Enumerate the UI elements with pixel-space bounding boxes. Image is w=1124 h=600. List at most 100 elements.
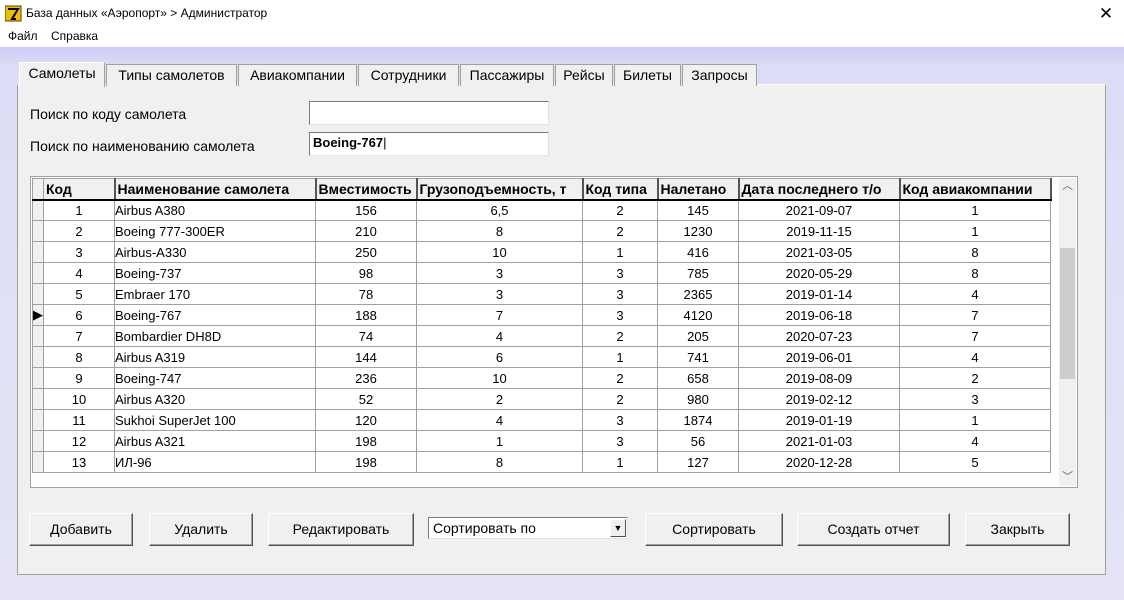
table-cell[interactable]: 78	[315, 283, 417, 305]
table-row[interactable]: ▶ 6 Boeing-767 188 7 3 4120 2019-06-18 7	[32, 304, 1051, 326]
table-cell[interactable]: 980	[657, 388, 739, 410]
table-cell[interactable]: 6	[43, 304, 115, 326]
table-cell[interactable]: 8	[899, 241, 1051, 263]
table-cell[interactable]: 188	[315, 304, 417, 326]
tab-aircraft-types[interactable]: Типы самолетов	[106, 64, 237, 86]
table-cell[interactable]: 2019-06-01	[738, 346, 900, 368]
table-cell[interactable]: 4	[899, 283, 1051, 305]
table-cell[interactable]: 236	[315, 367, 417, 389]
tab-employees[interactable]: Сотрудники	[358, 64, 459, 86]
table-cell[interactable]: 5	[43, 283, 115, 305]
table-cell[interactable]: 2019-01-14	[738, 283, 900, 305]
search-by-name-input[interactable]: Boeing-767|	[309, 132, 549, 156]
table-cell[interactable]: 250	[315, 241, 417, 263]
table-cell[interactable]: 3	[582, 262, 658, 284]
table-cell[interactable]: 10	[416, 241, 583, 263]
table-cell[interactable]: 8	[416, 220, 583, 242]
scroll-thumb[interactable]	[1060, 248, 1075, 379]
table-row[interactable]: 11 Sukhoi SuperJet 100 120 4 3 1874 2019-01-19…	[32, 409, 1051, 431]
table-cell[interactable]: 1874	[657, 409, 739, 431]
row-indicator[interactable]	[32, 388, 44, 410]
table-cell[interactable]: 2	[43, 220, 115, 242]
close-button[interactable]: Закрыть	[965, 513, 1070, 546]
table-cell[interactable]: 1	[899, 199, 1051, 221]
row-indicator[interactable]	[32, 262, 44, 284]
table-cell[interactable]: Bombardier DH8D	[114, 325, 316, 347]
table-cell[interactable]: 7	[899, 304, 1051, 326]
table-cell[interactable]: 2	[416, 388, 583, 410]
sort-button[interactable]: Сортировать	[645, 513, 783, 546]
table-cell[interactable]: 7	[43, 325, 115, 347]
table-cell[interactable]: 2019-08-09	[738, 367, 900, 389]
table-row[interactable]: 13 ИЛ-96 198 8 1 127 2020-12-28 5	[32, 451, 1051, 473]
table-cell[interactable]: 1	[416, 430, 583, 452]
table-cell[interactable]: 9	[43, 367, 115, 389]
table-cell[interactable]: 145	[657, 199, 739, 221]
table-cell[interactable]: Boeing-767	[114, 304, 316, 326]
table-cell[interactable]: 2020-07-23	[738, 325, 900, 347]
table-cell[interactable]: 741	[657, 346, 739, 368]
table-cell[interactable]: 1	[582, 241, 658, 263]
table-cell[interactable]: Boeing-747	[114, 367, 316, 389]
table-cell[interactable]: 2020-05-29	[738, 262, 900, 284]
tab-passengers[interactable]: Пассажиры	[460, 64, 554, 86]
table-cell[interactable]: 785	[657, 262, 739, 284]
row-indicator[interactable]	[32, 451, 44, 473]
table-cell[interactable]: 1	[582, 451, 658, 473]
row-indicator[interactable]	[32, 430, 44, 452]
table-cell[interactable]: 6	[416, 346, 583, 368]
table-cell[interactable]: 56	[657, 430, 739, 452]
table-cell[interactable]: 2	[899, 367, 1051, 389]
table-cell[interactable]: 1	[899, 409, 1051, 431]
column-header[interactable]: Код авиакомпании	[899, 178, 1052, 201]
row-indicator[interactable]	[32, 325, 44, 347]
tab-aircraft[interactable]: Самолеты	[19, 62, 105, 87]
menu-file[interactable]: Файл	[8, 29, 38, 43]
table-row[interactable]: 3 Airbus-A330 250 10 1 416 2021-03-05 8	[32, 241, 1051, 263]
table-cell[interactable]: 2	[582, 388, 658, 410]
table-cell[interactable]: 11	[43, 409, 115, 431]
table-cell[interactable]: ИЛ-96	[114, 451, 316, 473]
table-cell[interactable]: 8	[43, 346, 115, 368]
table-cell[interactable]: 2	[582, 367, 658, 389]
row-indicator[interactable]	[32, 367, 44, 389]
table-cell[interactable]: 5	[899, 451, 1051, 473]
table-row[interactable]: 5 Embraer 170 78 3 3 2365 2019-01-14 4	[32, 283, 1051, 305]
table-cell[interactable]: 3	[582, 430, 658, 452]
table-cell[interactable]: Airbus A320	[114, 388, 316, 410]
table-cell[interactable]: 2020-12-28	[738, 451, 900, 473]
table-cell[interactable]: Boeing-737	[114, 262, 316, 284]
chevron-down-icon[interactable]: ▼	[610, 519, 626, 537]
table-cell[interactable]: 10	[416, 367, 583, 389]
sort-by-select[interactable]: Сортировать по ▼	[428, 517, 628, 539]
column-header[interactable]: Налетано	[657, 178, 740, 201]
table-cell[interactable]: 1	[899, 220, 1051, 242]
table-cell[interactable]: 4120	[657, 304, 739, 326]
table-cell[interactable]: 1	[43, 199, 115, 221]
row-indicator[interactable]	[32, 199, 44, 221]
table-cell[interactable]: 7	[899, 325, 1051, 347]
table-cell[interactable]: 2365	[657, 283, 739, 305]
table-cell[interactable]: 144	[315, 346, 417, 368]
scroll-down-icon[interactable]: ﹀	[1059, 469, 1076, 486]
table-cell[interactable]: Airbus A321	[114, 430, 316, 452]
table-cell[interactable]: 156	[315, 199, 417, 221]
table-cell[interactable]: 1230	[657, 220, 739, 242]
create-report-button[interactable]: Создать отчет	[797, 513, 950, 546]
table-row[interactable]: 8 Airbus A319 144 6 1 741 2019-06-01 4	[32, 346, 1051, 368]
table-cell[interactable]: 8	[416, 451, 583, 473]
tab-queries[interactable]: Запросы	[682, 64, 757, 86]
table-cell[interactable]: 8	[899, 262, 1051, 284]
tab-tickets[interactable]: Билеты	[614, 64, 681, 86]
table-row[interactable]: 9 Boeing-747 236 10 2 658 2019-08-09 2	[32, 367, 1051, 389]
table-cell[interactable]: 3	[43, 241, 115, 263]
tab-airlines[interactable]: Авиакомпании	[238, 64, 357, 86]
table-cell[interactable]: 205	[657, 325, 739, 347]
edit-button[interactable]: Редактировать	[268, 513, 414, 546]
table-cell[interactable]: 2	[582, 220, 658, 242]
table-cell[interactable]: 2	[582, 199, 658, 221]
table-cell[interactable]: Boeing 777-300ER	[114, 220, 316, 242]
table-cell[interactable]: 416	[657, 241, 739, 263]
column-header[interactable]: Наименование самолета	[114, 178, 317, 201]
column-header[interactable]: Код	[43, 178, 116, 201]
